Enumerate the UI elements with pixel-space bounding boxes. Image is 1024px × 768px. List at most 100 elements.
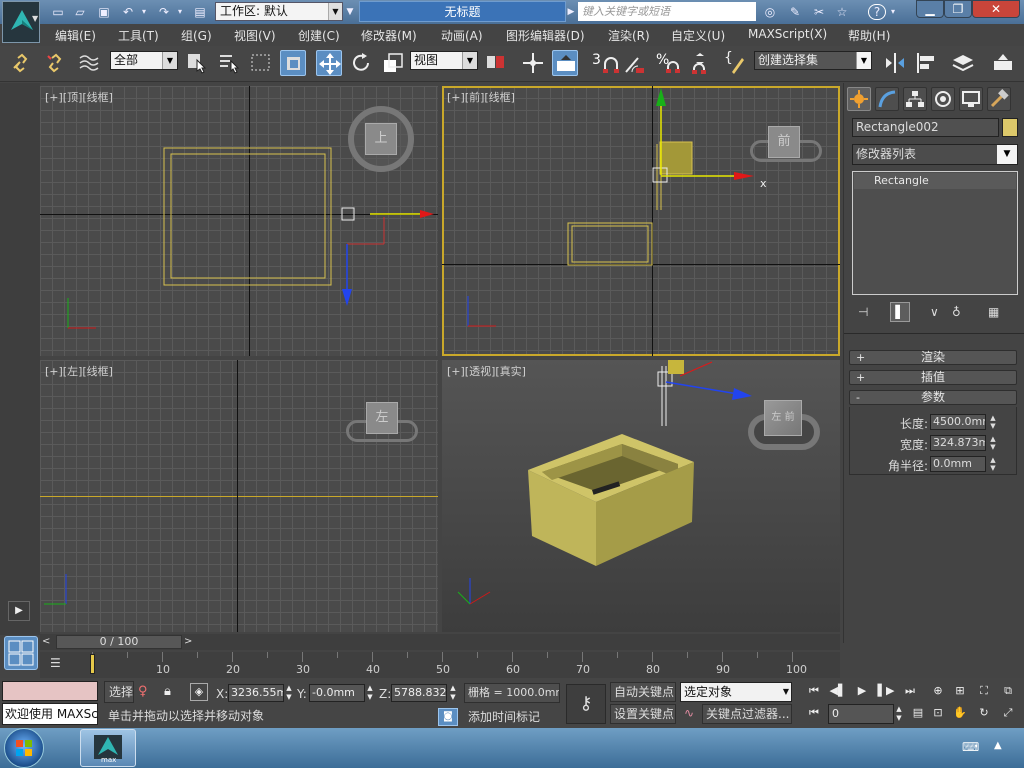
add-time-tag-button[interactable]: 添加时间标记 [464,708,560,726]
maximize-viewport-icon[interactable]: ⤢ [998,704,1018,722]
menu-views[interactable]: 视图(V) [234,27,276,44]
zoom-all-icon[interactable]: ⊞ [950,682,970,700]
key-filters-button[interactable]: 关键点过滤器... [702,704,792,724]
named-selection-dropdown[interactable]: 创建选择集 ▼ [754,51,872,70]
select-by-name-icon[interactable] [216,50,242,76]
viewport-front[interactable]: [+][前][线框] x 前 [442,86,840,356]
select-and-rotate-icon[interactable] [348,50,374,76]
time-configuration-icon[interactable]: ▤ [908,704,928,722]
help-icon[interactable]: ? [868,4,886,20]
select-object-icon[interactable] [184,50,210,76]
y-spinner-arrows-icon[interactable]: ▲ ▼ [365,684,375,702]
track-bar[interactable]: ☰ 10 20 30 40 50 60 70 80 90 100 [40,652,840,678]
length-spinner-arrows-icon[interactable]: ▲ ▼ [988,414,998,430]
zoom-extents-all-icon[interactable]: ⧉ [998,682,1018,700]
select-and-scale-icon[interactable] [380,50,406,76]
maxscript-welcome-text[interactable]: 欢迎使用 MAXSci [2,703,98,725]
select-and-manipulate-icon[interactable] [520,50,546,76]
viewport-layout-button[interactable] [4,636,38,670]
selection-filter-dropdown[interactable]: 全部 ▼ [110,51,178,70]
unlink-icon[interactable] [42,50,68,76]
redo-icon[interactable]: ↷ [156,4,172,20]
width-spinner[interactable]: 324.873m [930,435,986,451]
binoculars-icon[interactable]: ◎ [762,4,778,20]
auto-key-button[interactable]: 自动关键点 [610,682,676,702]
layer-manager-icon[interactable] [950,50,976,76]
use-pivot-center-icon[interactable] [482,50,508,76]
app-menu-arrow-icon[interactable]: ▼ [32,14,38,23]
link-icon[interactable] [8,50,34,76]
length-spinner[interactable]: 4500.0mm [930,414,986,430]
pan-view-icon[interactable]: ✋ [950,704,970,722]
time-slider-prev-icon[interactable]: < [42,635,54,649]
expand-viewport-layout-tabs-icon[interactable]: ▶ [8,601,30,621]
menu-modifiers[interactable]: 修改器(M) [361,27,417,44]
mirror-icon[interactable] [882,50,908,76]
field-of-view-icon[interactable]: ⊡ [928,704,948,722]
time-slider[interactable]: < 0 / 100 > [40,634,840,650]
z-spinner-arrows-icon[interactable]: ▲ ▼ [448,684,458,702]
show-end-result-icon[interactable]: ▌ [890,302,910,322]
reference-coordinate-dropdown[interactable]: 视图 ▼ [410,51,478,70]
undo-icon[interactable]: ↶ [120,4,136,20]
key-set-dropdown[interactable]: 选定对象 ▼ [680,682,792,702]
key-mode-toggle-icon[interactable]: ⏮ [804,704,824,722]
play-icon[interactable]: ▶ [852,682,872,700]
time-slider-next-icon[interactable]: > [184,635,196,649]
previous-frame-icon[interactable]: ◀▌ [828,682,848,700]
viewport-perspective[interactable]: [+][透视][真实] 左 前 [442,360,840,632]
go-to-end-icon[interactable]: ⏭ [900,682,920,700]
zoom-icon[interactable]: ⊕ [928,682,948,700]
current-frame-field[interactable]: 0 [828,704,894,724]
x-spinner-arrows-icon[interactable]: ▲ ▼ [284,684,294,702]
keyboard-tray-icon[interactable]: ⌨ [962,740,979,754]
modifier-list-dropdown[interactable]: 修改器列表 ▼ [852,144,1018,165]
configure-modifier-sets-icon[interactable]: ▦ [988,305,999,319]
favorites-star-icon[interactable]: ☆ [834,4,850,20]
set-key-button[interactable]: 设置关键点 [610,704,676,724]
tab-utilities[interactable] [987,87,1011,111]
menu-tools[interactable]: 工具(T) [118,27,159,44]
menu-graph-editors[interactable]: 图形编辑器(D) [506,27,585,44]
menu-group[interactable]: 组(G) [181,27,212,44]
restore-icon[interactable]: ❐ [944,0,972,18]
save-icon[interactable]: ▣ [96,4,112,20]
new-file-icon[interactable]: ▭ [50,4,66,20]
selection-lock-icon[interactable]: 🔒︎ [164,684,171,699]
x-coord-field[interactable]: 3236.55mm [228,684,284,702]
orbit-icon[interactable]: ↻ [974,704,994,722]
object-color-swatch[interactable] [1002,118,1018,137]
angle-snap-icon[interactable] [622,50,648,76]
modifier-stack[interactable]: Rectangle [852,171,1018,295]
viewport-top[interactable]: [+][顶][线框] 上 [40,86,438,356]
menu-create[interactable]: 创建(C) [298,27,340,44]
object-name-field[interactable]: Rectangle002 [852,118,999,137]
help-dropdown-icon[interactable]: ▾ [889,4,897,20]
go-to-start-icon[interactable]: ⏮ [804,682,824,700]
quick-access-more-icon[interactable]: ▼ [345,4,355,20]
add-time-tag-icon[interactable]: ◙ [438,708,458,726]
menu-animation[interactable]: 动画(A) [441,27,483,44]
graphite-modeling-tools-icon[interactable] [990,50,1016,76]
close-icon[interactable]: ✕ [972,0,1020,18]
edit-named-selection-icon[interactable]: { [722,50,748,76]
menu-help[interactable]: 帮助(H) [848,27,890,44]
viewport-left[interactable]: [+][左][线框] 左 [40,360,438,632]
undo-dropdown-icon[interactable]: ▾ [140,4,148,20]
viewcube-top[interactable]: 上 [365,123,397,155]
select-and-move-icon[interactable] [316,50,342,76]
pin-stack-icon[interactable]: ⊣ [858,305,868,319]
modifier-stack-item-rectangle[interactable]: Rectangle [854,173,1016,189]
current-frame-marker[interactable] [90,654,95,674]
open-mini-curve-editor-icon[interactable]: ☰ [50,656,61,670]
z-coord-field[interactable]: 5788.832m [391,684,447,702]
open-file-icon[interactable]: ▱ [72,4,88,20]
viewcube-front[interactable]: 前 [768,126,800,158]
tab-create[interactable] [847,87,871,111]
rectangular-selection-region-icon[interactable] [248,50,274,76]
minimize-icon[interactable]: ▁ [916,0,944,18]
corner-radius-spinner[interactable]: 0.0mm [930,456,986,472]
tab-modify[interactable] [875,87,899,111]
menu-customize[interactable]: 自定义(U) [671,27,725,44]
communication-center-icon[interactable]: ✎ [787,4,803,20]
